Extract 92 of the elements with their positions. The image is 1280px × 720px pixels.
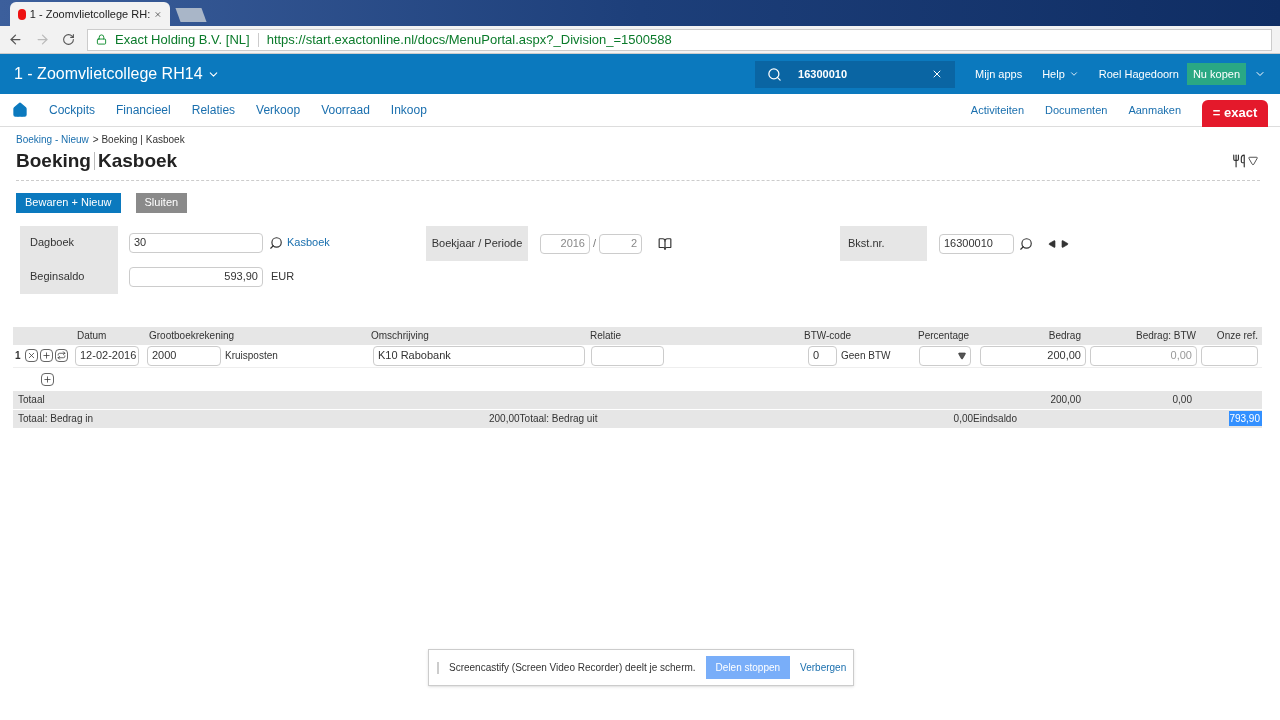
nav-item[interactable]: Voorraad bbox=[321, 101, 370, 119]
chevron-icon[interactable] bbox=[1068, 69, 1079, 79]
column-header: Bedrag: BTW bbox=[1134, 329, 1197, 343]
book-icon[interactable] bbox=[658, 236, 673, 251]
search-icon[interactable] bbox=[1019, 236, 1033, 251]
repeat-icon[interactable] bbox=[54, 349, 68, 362]
reference-field[interactable] bbox=[1201, 345, 1258, 366]
percentage-select[interactable] bbox=[919, 345, 971, 366]
add-icon[interactable] bbox=[39, 349, 53, 362]
summary-label: Totaal: Bedrag uit bbox=[519, 412, 599, 426]
breadcrumb-text: > Boeking | Kasboek bbox=[92, 133, 185, 147]
relation-field[interactable] bbox=[591, 345, 664, 366]
opening-balance-field[interactable]: 593,90 bbox=[129, 266, 263, 287]
account-name: Kruisposten bbox=[225, 349, 278, 363]
column-header: BTW-code bbox=[803, 329, 853, 343]
nav-item[interactable]: Relaties bbox=[191, 101, 236, 119]
header-link[interactable]: Help bbox=[1042, 65, 1065, 83]
nav-item[interactable]: Cockpits bbox=[49, 101, 95, 119]
field-label: Boekjaar / Periode bbox=[426, 225, 528, 261]
home-icon[interactable] bbox=[12, 102, 28, 118]
account-field[interactable]: 2000 bbox=[147, 345, 221, 366]
nav-link[interactable]: Aanmaken bbox=[1128, 101, 1181, 119]
nav-item[interactable]: Inkoop bbox=[390, 101, 427, 119]
previous-icon[interactable] bbox=[1048, 239, 1056, 248]
nav-item[interactable]: Financieel bbox=[116, 101, 171, 119]
url-text: https://start.exactonline.nl/docs/MenuPortal.aspx?_Division_=1500588 bbox=[266, 30, 672, 49]
caret-icon bbox=[958, 351, 966, 360]
back-icon[interactable] bbox=[8, 32, 23, 47]
breadcrumb-link[interactable]: Boeking - Nieuw bbox=[16, 132, 89, 147]
column-header: Grootboekrekening bbox=[148, 329, 236, 343]
new-tab-button[interactable] bbox=[175, 8, 207, 22]
page-title: Boeking bbox=[16, 149, 91, 173]
end-balance-value: 793,90 bbox=[1229, 411, 1262, 426]
journal-link[interactable]: Kasboek bbox=[287, 234, 330, 251]
search-field[interactable]: 16300010 bbox=[755, 60, 956, 88]
column-header: Omschrijving bbox=[370, 329, 430, 343]
column-header: Onze ref. bbox=[1215, 329, 1259, 343]
description-field[interactable]: K10 Rabobank bbox=[373, 345, 585, 366]
year-field: 2016 bbox=[540, 233, 590, 254]
column-header: Percentage bbox=[917, 329, 971, 343]
share-message: Screencastify (Screen Video Recorder) deelt je scherm. bbox=[449, 661, 696, 675]
field-label: Beginsaldo bbox=[30, 269, 86, 285]
amount-field[interactable]: 200,00 bbox=[980, 345, 1086, 366]
vat-amount-field: 0,00 bbox=[1090, 345, 1197, 366]
total-vat-amount: 0,00 bbox=[1171, 393, 1193, 407]
total-label: Totaal bbox=[17, 393, 46, 407]
summary-label: Totaal: Bedrag in bbox=[17, 412, 95, 426]
hide-link[interactable]: Verbergen bbox=[800, 660, 847, 675]
row-number: 1 bbox=[15, 349, 21, 363]
column-header: Relatie bbox=[589, 329, 623, 343]
site-favicon-icon bbox=[18, 8, 26, 20]
lock-icon bbox=[96, 34, 107, 45]
browser-tab[interactable]: 1 - Zoomvlietcollege RH: bbox=[10, 2, 170, 26]
period-field: 2 bbox=[599, 233, 643, 254]
nav-link[interactable]: Documenten bbox=[1045, 101, 1108, 119]
column-header: Bedrag bbox=[1047, 329, 1082, 343]
drag-handle-icon[interactable] bbox=[437, 661, 439, 674]
address-bar[interactable]: Exact Holding B.V. [NL] https://start.exactonline.nl/docs/MenuPortal.aspx?_Division_=1500588 bbox=[87, 28, 1272, 51]
page-subtitle: Kasboek bbox=[97, 149, 178, 173]
nav-link[interactable]: Activiteiten bbox=[970, 101, 1025, 119]
tab-title: 1 - Zoomvlietcollege RH: bbox=[29, 6, 151, 22]
date-field[interactable]: 12-02-2016 bbox=[75, 345, 139, 366]
nav-item[interactable]: Verkoop bbox=[256, 101, 301, 119]
vat-name: Geen BTW bbox=[841, 349, 891, 363]
summary-value: 0,00 bbox=[953, 412, 974, 426]
next-icon[interactable] bbox=[1061, 239, 1069, 248]
delete-icon[interactable] bbox=[24, 349, 38, 362]
field-label: Dagboek bbox=[30, 235, 76, 251]
close-button[interactable]: Sluiten bbox=[135, 192, 188, 213]
journal-field[interactable]: 30 bbox=[129, 232, 263, 253]
separator-text: / bbox=[593, 236, 597, 252]
search-icon[interactable] bbox=[269, 235, 283, 250]
exact-logo: = exact bbox=[1202, 99, 1268, 127]
entry-number-field[interactable]: 16300010 bbox=[939, 233, 1014, 254]
site-name: Exact Holding B.V. [NL] bbox=[115, 30, 250, 49]
column-header: Datum bbox=[76, 329, 108, 343]
vat-code-field[interactable]: 0 bbox=[808, 345, 837, 366]
reload-icon[interactable] bbox=[62, 33, 75, 46]
currency-text: EUR bbox=[271, 269, 295, 285]
add-line-icon[interactable] bbox=[41, 372, 54, 386]
summary-label: Eindsaldo bbox=[973, 412, 1017, 426]
save-new-button[interactable]: Bewaren + Nieuw bbox=[16, 192, 121, 213]
tools-icon[interactable] bbox=[1232, 154, 1246, 169]
caret-icon[interactable] bbox=[1248, 156, 1258, 167]
header-link[interactable]: Mijn apps bbox=[975, 65, 1023, 83]
search-icon bbox=[767, 66, 783, 82]
summary-value: 200,00 bbox=[489, 412, 520, 426]
buy-button[interactable]: Nu kopen bbox=[1186, 63, 1246, 85]
field-label: Bkst.nr. bbox=[840, 225, 927, 261]
company-name[interactable]: 1 - Zoomvlietcollege RH14 bbox=[14, 62, 203, 86]
total-amount: 200,00 bbox=[1049, 393, 1082, 407]
header-link[interactable]: Roel Hagedoorn bbox=[1098, 65, 1179, 83]
